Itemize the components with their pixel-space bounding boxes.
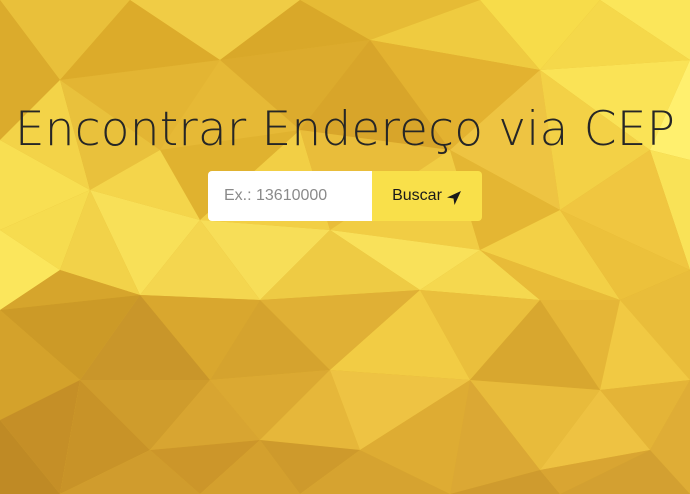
cep-input[interactable]: [208, 171, 372, 221]
search-button[interactable]: Buscar: [372, 171, 482, 221]
search-button-label: Buscar: [392, 187, 442, 204]
polygon-background: [0, 0, 690, 494]
page: Encontrar Endereço via CEP Buscar: [0, 0, 690, 494]
cep-search-form: Buscar: [208, 171, 482, 221]
page-title: Encontrar Endereço via CEP: [14, 102, 676, 157]
location-arrow-icon: [446, 191, 461, 205]
